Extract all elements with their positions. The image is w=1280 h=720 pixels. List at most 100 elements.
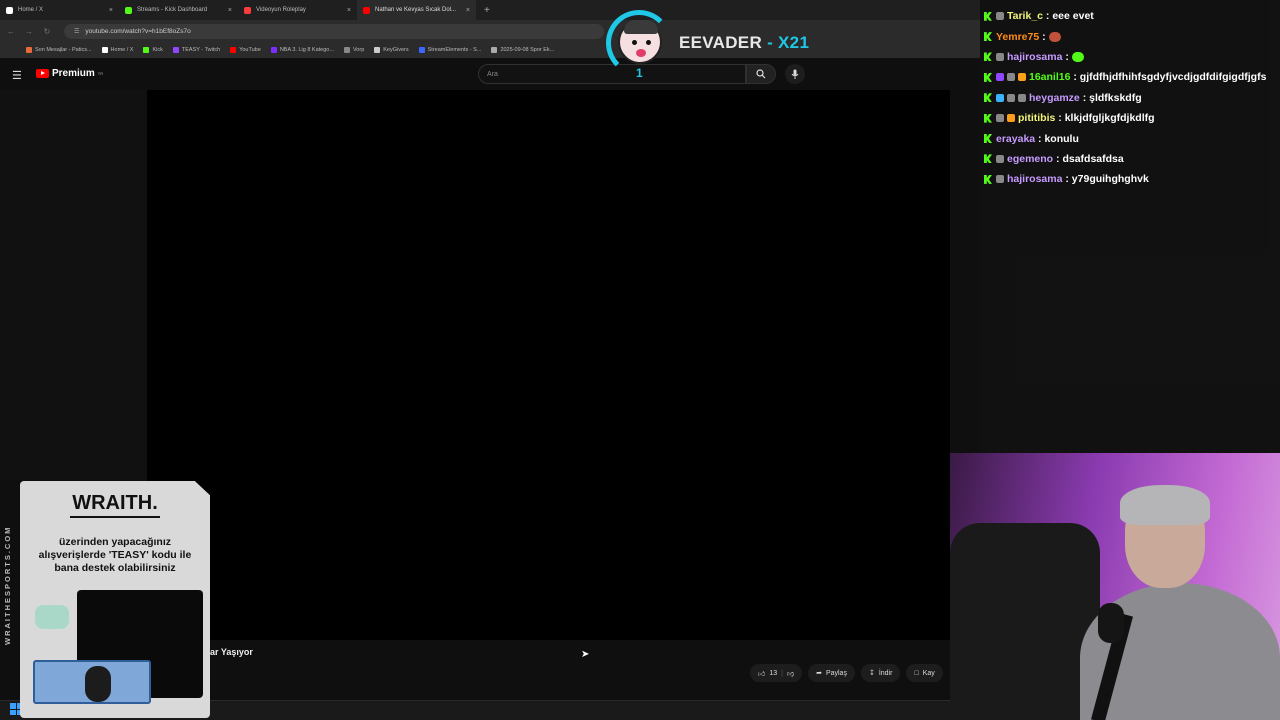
bookmark-label: Home / X	[110, 47, 134, 53]
close-tab-icon[interactable]: ×	[347, 7, 351, 14]
save-button[interactable]: □ Kay	[906, 664, 943, 682]
back-icon[interactable]: ←	[4, 27, 18, 36]
browser-tab[interactable]: Streams - Kick Dashboard ×	[119, 0, 238, 20]
bookmark-label: Kick	[152, 47, 163, 53]
menu-icon[interactable]: ☰	[12, 69, 22, 82]
chat-username[interactable]: heygamze	[1029, 92, 1080, 104]
browser-tab[interactable]: Nathan ve Kevyas Sıcak Dol... ×	[357, 0, 476, 20]
bookmark-item[interactable]: YouTube	[230, 47, 261, 53]
video-title: ar Yaşıyor	[210, 647, 253, 657]
chat-separator: :	[1062, 50, 1072, 63]
sidebar-area	[0, 90, 147, 480]
search-button[interactable]	[746, 64, 776, 84]
chat-text: y79guihghghvk	[1071, 173, 1149, 186]
chat-message: Tarik_c : eee evet	[984, 6, 1280, 26]
bookmark-favicon-icon	[26, 47, 32, 53]
chat-separator: :	[1062, 173, 1072, 186]
chat-username[interactable]: egemeno	[1007, 153, 1053, 165]
bookmark-item[interactable]: NBA 3. Lig 8 Katego...	[270, 47, 334, 53]
search-icon	[756, 69, 766, 79]
kick-icon	[984, 134, 992, 144]
bookmark-label: 2025-09-08 Spor Ek...	[500, 47, 555, 53]
close-tab-icon[interactable]: ×	[109, 7, 113, 14]
mouse-image	[85, 666, 111, 702]
forward-icon[interactable]: →	[22, 27, 36, 36]
chat-separator: :	[1079, 91, 1090, 104]
chat-username[interactable]: pititibis	[1018, 112, 1055, 124]
streamer-name-suffix: - X21	[767, 33, 810, 52]
streamer-name-text: EEVADER	[679, 33, 763, 52]
share-button[interactable]: ➦ Paylaş	[808, 664, 855, 682]
bookmark-label: Son Mesajlar - Patics...	[35, 47, 92, 53]
bookmark-label: TEASY - Twitch	[181, 47, 221, 53]
youtube-logo-region: TR	[97, 71, 104, 76]
chat-username[interactable]: erayaka	[996, 133, 1035, 145]
tab-favicon-icon	[125, 6, 132, 14]
chat-username[interactable]: hajirosama	[1007, 173, 1062, 185]
browser-tab[interactable]: Home / X ×	[0, 0, 119, 20]
chat-badge-icon	[1018, 93, 1026, 102]
gaming-chair	[950, 523, 1100, 720]
download-icon: ↧	[868, 670, 875, 677]
chat-message: heygamze : şldfkskdfg	[984, 88, 1280, 108]
bookmark-favicon-icon	[172, 47, 179, 53]
chat-separator: :	[1035, 132, 1045, 145]
bookmark-item[interactable]: StreamElements - S...	[418, 47, 481, 53]
streamer-hair	[1120, 485, 1210, 525]
kick-icon	[984, 113, 992, 123]
bookmark-item[interactable]: 2025-09-08 Spor Ek...	[491, 47, 554, 53]
kick-icon	[984, 11, 992, 21]
url-field[interactable]: ☰ youtube.com/watch?v=h1bEf8oZs7o	[64, 23, 604, 39]
bookmark-item[interactable]: KeyGivers	[374, 47, 409, 53]
sponsor-brand: WRAITH.	[72, 492, 158, 514]
sponsor-side-text: WRAITHESPORTS.COM	[3, 525, 12, 645]
tab-favicon-icon	[363, 6, 370, 14]
bookmark-item[interactable]: Vorp	[343, 47, 365, 53]
bookmark-label: KeyGivers	[383, 47, 409, 53]
chat-separator: :	[1055, 112, 1065, 125]
download-button[interactable]: ↧ İndir	[860, 664, 901, 682]
chat-text: klkjdfgljkgfdjkdlfg	[1064, 112, 1155, 125]
chat-emote-icon	[1071, 51, 1084, 62]
share-icon: ➦	[816, 670, 822, 677]
chat-separator: :	[1039, 30, 1049, 43]
like-icon[interactable]: 👍︎	[758, 669, 765, 678]
bookmark-favicon-icon	[418, 47, 425, 53]
kick-icon	[984, 72, 992, 82]
sponsor-text: üzerinden yapacağınız alışverişlerde 'TE…	[38, 536, 192, 574]
chat-username[interactable]: 16anil16	[1029, 71, 1070, 83]
chat-message: egemeno : dsafdsafdsa	[984, 149, 1280, 169]
chat-message: hajirosama :	[984, 47, 1280, 67]
youtube-play-icon	[36, 69, 49, 78]
chat-message: Yemre75 :	[984, 26, 1280, 46]
bookmark-label: NBA 3. Lig 8 Katego...	[279, 47, 334, 53]
site-info-icon[interactable]: ☰	[74, 28, 79, 35]
url-text: youtube.com/watch?v=h1bEf8oZs7o	[85, 27, 191, 35]
video-player[interactable]	[147, 90, 950, 640]
bookmark-favicon-icon	[491, 47, 498, 53]
search-input[interactable]: Ara	[478, 64, 746, 84]
bookmark-item[interactable]: Home / X	[101, 47, 134, 53]
browser-tab[interactable]: Videoyun Roleplay ×	[238, 0, 357, 20]
kick-icon	[984, 93, 992, 103]
bookmark-favicon-icon	[101, 47, 108, 53]
dislike-icon[interactable]: 👎︎	[787, 669, 794, 678]
chat-badge-icon	[996, 154, 1004, 163]
like-count: 13	[769, 669, 778, 677]
bookmark-item[interactable]: Son Mesajlar - Patics...	[26, 47, 92, 53]
bookmark-item[interactable]: Kick	[143, 47, 163, 53]
reload-icon[interactable]: ↻	[40, 27, 54, 36]
close-tab-icon[interactable]: ×	[228, 7, 232, 14]
bookmark-item[interactable]: TEASY - Twitch	[172, 47, 221, 53]
chat-badge-icon	[996, 73, 1004, 82]
bookmark-label: YouTube	[239, 47, 261, 53]
chat-username[interactable]: Yemre75	[996, 31, 1039, 43]
bookmark-label: Vorp	[352, 47, 365, 53]
close-tab-icon[interactable]: ×	[466, 7, 470, 14]
bookmark-favicon-icon	[374, 47, 381, 53]
new-tab-button[interactable]: +	[484, 5, 490, 16]
chat-username[interactable]: Tarik_c	[1007, 10, 1043, 22]
youtube-logo[interactable]: Premium TR	[36, 68, 103, 79]
chat-username[interactable]: hajirosama	[1007, 51, 1062, 63]
voice-search-button[interactable]	[785, 64, 805, 84]
